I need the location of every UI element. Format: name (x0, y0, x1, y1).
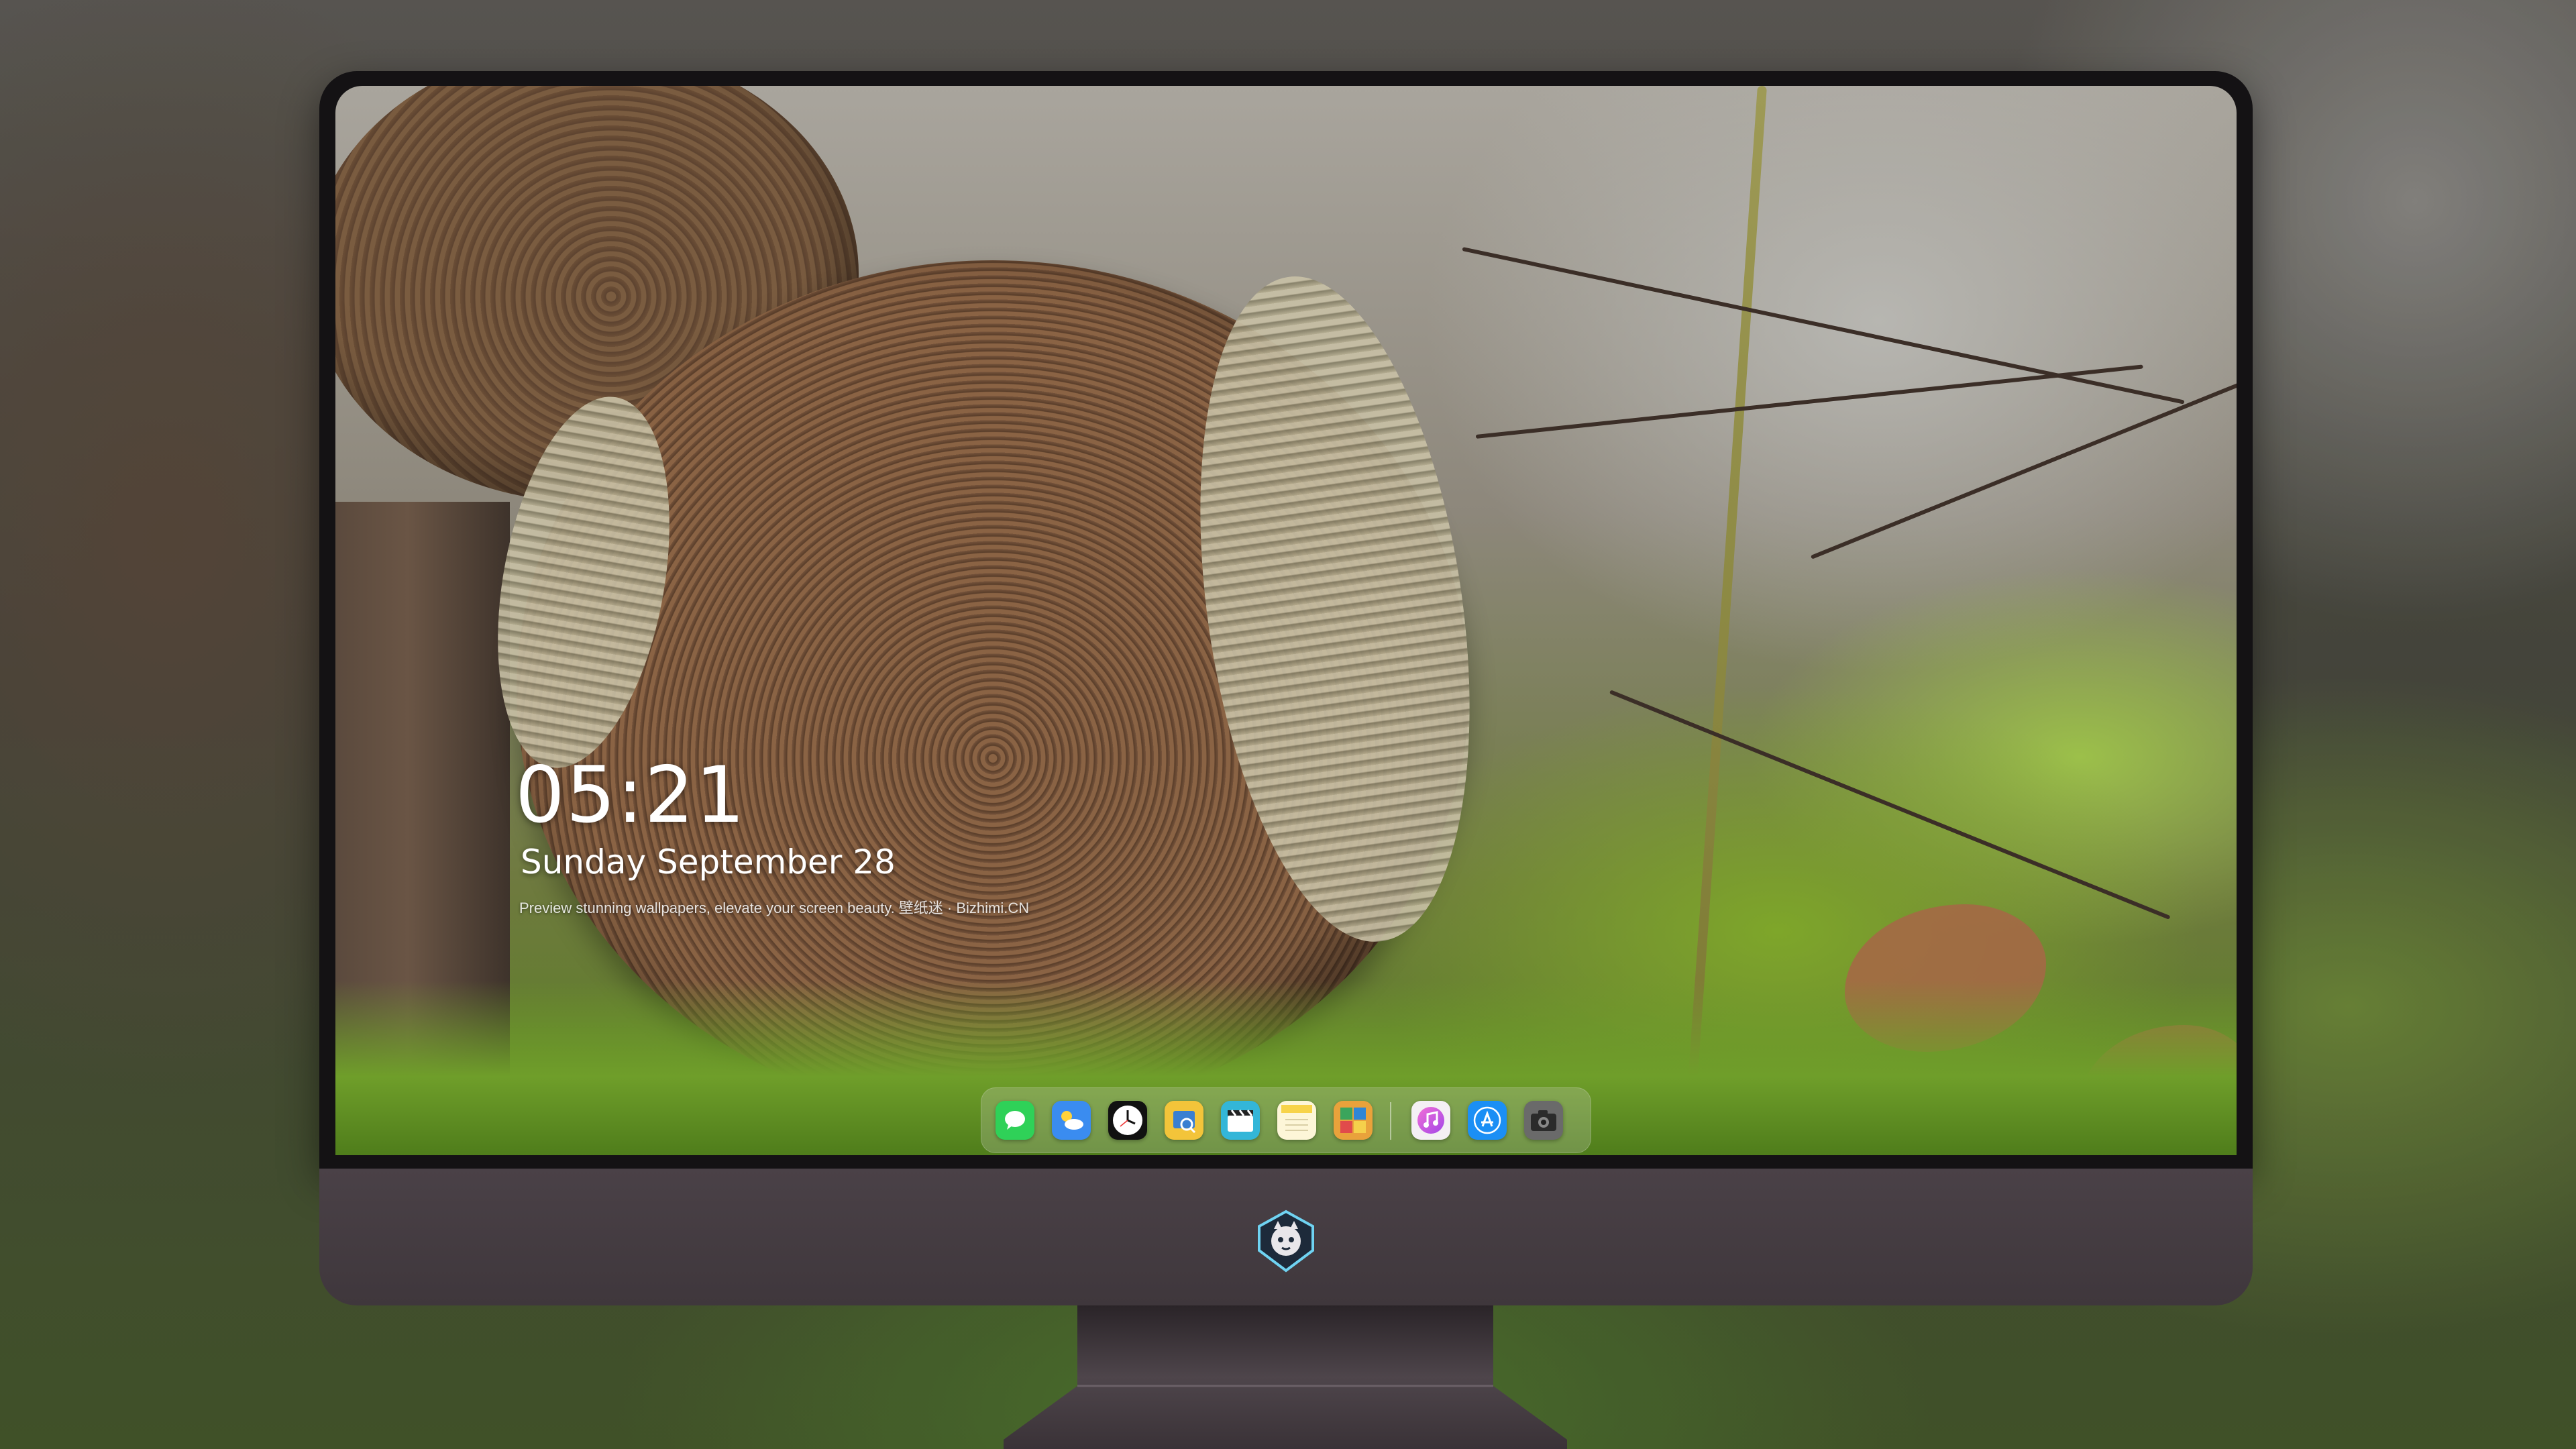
clips-icon[interactable] (1221, 1101, 1260, 1140)
photo-booth-icon[interactable] (1334, 1101, 1373, 1140)
weather-icon[interactable] (1052, 1101, 1091, 1140)
preview-icon[interactable] (1165, 1101, 1203, 1140)
wallpaper-twig (1462, 247, 2185, 405)
creature-logo-icon (1254, 1209, 1318, 1273)
music-icon[interactable] (1411, 1101, 1450, 1140)
clock-icon[interactable] (1108, 1101, 1147, 1140)
wallpaper-twig (1810, 379, 2237, 559)
wallpaper-twig (1475, 364, 2143, 439)
dock (981, 1087, 1591, 1153)
monitor-chin (319, 1169, 2253, 1305)
monitor-stand (990, 1305, 1580, 1449)
lock-screen: 05:21 Sunday September 28 Preview stunni… (335, 86, 2237, 1155)
wallpaper-twig (1609, 690, 2171, 920)
monitor-bezel: 05:21 Sunday September 28 Preview stunni… (319, 71, 2253, 1169)
wallpaper-caption: Preview stunning wallpapers, elevate you… (519, 900, 1030, 916)
lock-screen-time: 05:21 (515, 750, 747, 841)
messages-icon[interactable] (996, 1101, 1034, 1140)
dock-separator (1390, 1102, 1391, 1140)
monitor: 05:21 Sunday September 28 Preview stunni… (319, 71, 2253, 1305)
app-store-icon[interactable] (1468, 1101, 1507, 1140)
lock-screen-date: Sunday September 28 (521, 843, 896, 881)
notes-icon[interactable] (1277, 1101, 1316, 1140)
wallpaper-stem (1688, 86, 1767, 1077)
camera-icon[interactable] (1524, 1101, 1563, 1140)
